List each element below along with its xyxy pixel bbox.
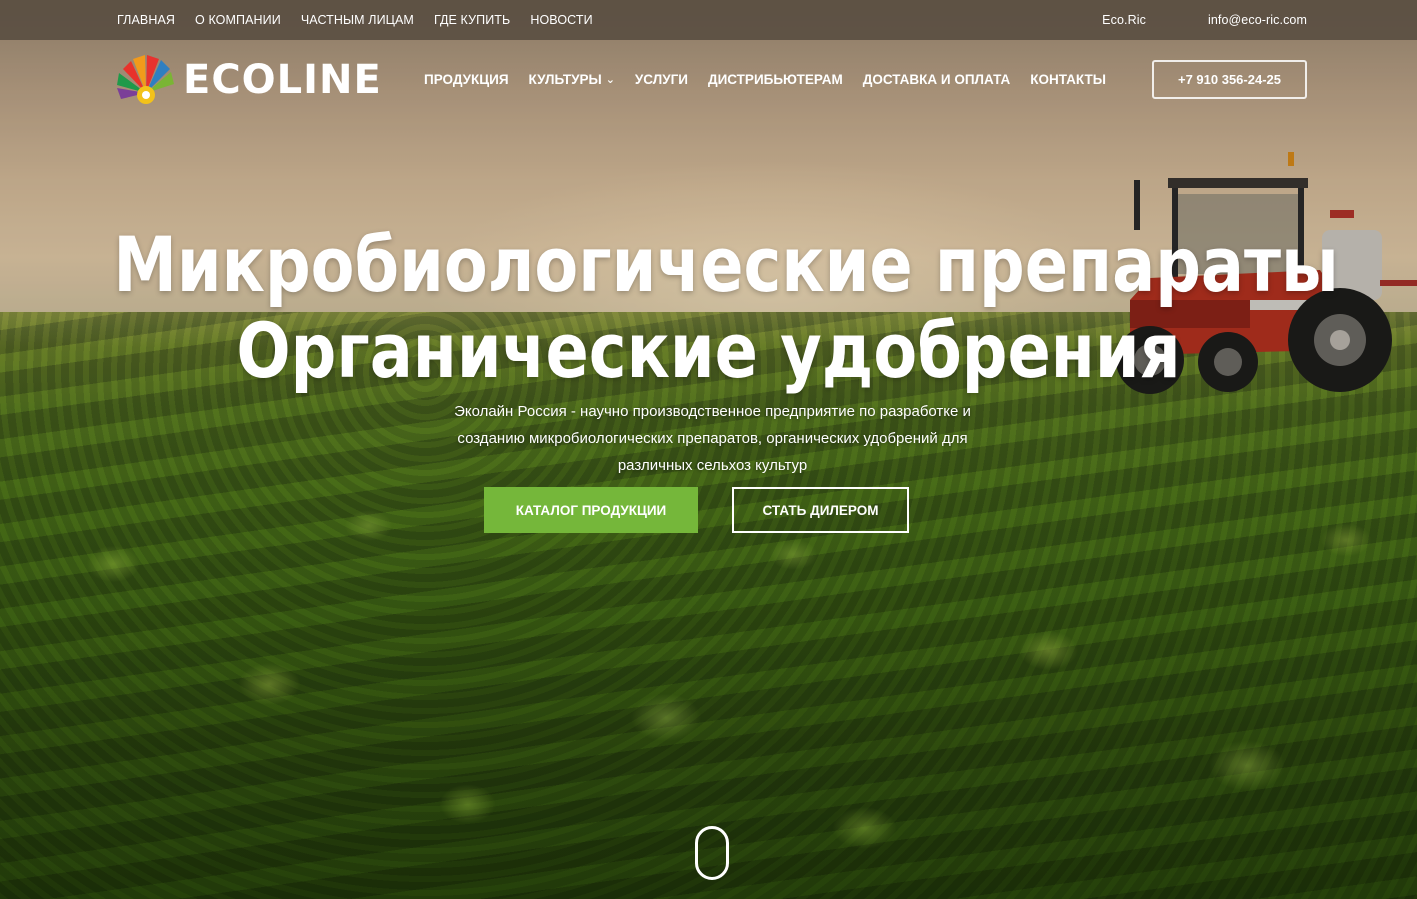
top-nav: ГЛАВНАЯ О КОМПАНИИ ЧАСТНЫМ ЛИЦАМ ГДЕ КУП…	[117, 13, 593, 27]
top-link-about[interactable]: О КОМПАНИИ	[195, 13, 281, 27]
top-right-links: Eco.Ric info@eco-ric.com	[1102, 13, 1307, 27]
hero-title-line2: Органические удобрения	[236, 306, 1181, 395]
nav-contacts[interactable]: КОНТАКТЫ	[1030, 72, 1106, 87]
hero-title: Микробиологические препараты Органически…	[113, 220, 1339, 395]
ecoline-logo-icon	[117, 55, 174, 104]
nav-cultures[interactable]: КУЛЬТУРЫ ⌄	[529, 72, 615, 87]
phone-button[interactable]: +7 910 356-24-25	[1152, 60, 1307, 99]
top-link-private[interactable]: ЧАСТНЫМ ЛИЦАМ	[301, 13, 414, 27]
top-link-news[interactable]: НОВОСТИ	[530, 13, 592, 27]
eco-ric-link[interactable]: Eco.Ric	[1102, 13, 1146, 27]
nav-delivery[interactable]: ДОСТАВКА И ОПЛАТА	[863, 72, 1011, 87]
top-bar: ГЛАВНАЯ О КОМПАНИИ ЧАСТНЫМ ЛИЦАМ ГДЕ КУП…	[0, 0, 1417, 40]
logo[interactable]: ECOLINE	[117, 53, 382, 107]
top-link-where-to-buy[interactable]: ГДЕ КУПИТЬ	[434, 13, 510, 27]
logo-text: ECOLINE	[183, 57, 382, 103]
hero-title-line1: Микробиологические препараты	[113, 220, 1339, 309]
hero-subtitle: Эколайн Россия - научно производственное…	[454, 403, 971, 474]
nav-distributors[interactable]: ДИСТРИБЬЮТЕРАМ	[708, 72, 843, 87]
nav-products[interactable]: ПРОДУКЦИЯ	[424, 72, 509, 87]
nav-services[interactable]: УСЛУГИ	[635, 72, 688, 87]
email-link[interactable]: info@eco-ric.com	[1208, 13, 1307, 27]
catalog-button[interactable]: КАТАЛОГ ПРОДУКЦИИ	[484, 487, 698, 533]
become-dealer-button[interactable]: СТАТЬ ДИЛЕРОМ	[732, 487, 909, 533]
nav-cultures-label: КУЛЬТУРЫ	[528, 72, 602, 87]
top-link-home[interactable]: ГЛАВНАЯ	[117, 13, 175, 27]
chevron-down-icon: ⌄	[605, 74, 615, 86]
main-nav: ПРОДУКЦИЯ КУЛЬТУРЫ ⌄ УСЛУГИ ДИСТРИБЬЮТЕРА…	[424, 72, 1106, 87]
scroll-mouse-icon[interactable]	[695, 826, 729, 880]
